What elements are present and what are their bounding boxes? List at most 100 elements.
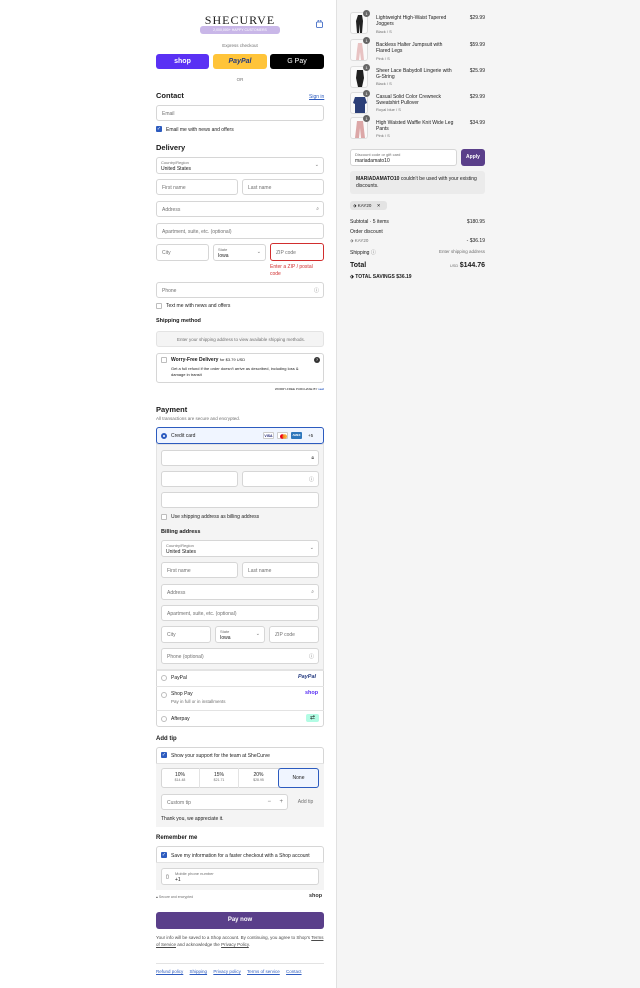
billing-first-name-field[interactable]: First name bbox=[161, 562, 238, 578]
worry-free-price: for $3.79 USD bbox=[219, 357, 246, 362]
shipping-link[interactable]: Shipping bbox=[190, 969, 208, 974]
payment-subtitle: All transactions are secure and encrypte… bbox=[156, 416, 241, 421]
close-icon[interactable]: ✕ bbox=[377, 203, 381, 208]
card-name-field[interactable] bbox=[161, 492, 319, 508]
product-name: Casual Solid Color Crewneck Sweatshirt P… bbox=[376, 94, 442, 106]
billing-apartment-field[interactable]: Apartment, suite, etc. (optional) bbox=[161, 605, 319, 621]
add-tip-button[interactable]: Add tip bbox=[292, 794, 319, 810]
billing-city-placeholder: City bbox=[167, 632, 176, 638]
mastercard-icon bbox=[277, 432, 288, 439]
shop-logo: shop bbox=[309, 893, 323, 899]
phone-field[interactable]: Phone ⓘ bbox=[156, 282, 324, 298]
secure-label: 🔒︎ Secure and encrypted bbox=[156, 895, 193, 899]
contact-link[interactable]: Contact bbox=[286, 969, 302, 974]
paypal-text: PayPal bbox=[228, 58, 252, 65]
email-field[interactable]: Email bbox=[156, 105, 324, 121]
help-icon[interactable]: ⓘ bbox=[309, 476, 314, 483]
tip-option-15[interactable]: 15% $21.71 bbox=[200, 768, 239, 788]
newsletter-checkbox[interactable]: ✓ bbox=[156, 126, 162, 132]
zip-field[interactable]: ZIP code bbox=[270, 243, 324, 261]
help-icon[interactable]: ? bbox=[314, 357, 320, 363]
state-select[interactable]: State Iowa ⌄ bbox=[213, 244, 266, 261]
help-icon[interactable]: ⓘ bbox=[314, 287, 319, 294]
tip-support-checkbox[interactable]: ✓ bbox=[161, 752, 167, 758]
card-expiry-field[interactable] bbox=[161, 471, 238, 487]
qty-badge: 1 bbox=[363, 37, 370, 44]
add-tip-text: Add tip bbox=[297, 799, 314, 805]
checkout-main: SHECURVE 2,000,000+ HAPPY CUSTOMERS Expr… bbox=[0, 0, 336, 988]
tip-amt: $14.48 bbox=[174, 778, 186, 782]
shoppay-option[interactable] bbox=[156, 686, 324, 710]
help-icon[interactable]: ⓘ bbox=[309, 653, 314, 660]
remember-checkbox[interactable]: ✓ bbox=[161, 852, 167, 858]
paypal-radio[interactable] bbox=[161, 675, 167, 681]
plus-icon[interactable]: + bbox=[279, 799, 283, 805]
product-variant: Black / S bbox=[376, 29, 392, 34]
last-name-field[interactable]: Last name bbox=[242, 179, 324, 195]
sign-in-link[interactable]: Sign in bbox=[309, 94, 324, 100]
bag-icon[interactable] bbox=[316, 19, 323, 28]
first-name-placeholder: First name bbox=[162, 185, 186, 191]
card-cvv-field[interactable]: ⓘ bbox=[242, 471, 319, 487]
use-shipping-checkbox[interactable] bbox=[161, 514, 167, 520]
text-me-checkbox[interactable] bbox=[156, 303, 162, 309]
billing-zip-field[interactable]: ZIP code bbox=[269, 626, 319, 643]
worry-free-title-text: Worry-Free Delivery bbox=[171, 357, 219, 363]
privacy-policy-link[interactable]: Privacy policy bbox=[213, 969, 241, 974]
address-field[interactable]: Address ⌕ bbox=[156, 201, 324, 217]
info-icon[interactable]: ⓘ bbox=[371, 250, 376, 256]
privacy-link[interactable]: Privacy Policy bbox=[221, 942, 249, 947]
tag-icon: ⬗ bbox=[350, 238, 354, 243]
tip-option-none[interactable]: None bbox=[278, 768, 319, 788]
tip-option-20[interactable]: 20% $28.95 bbox=[239, 768, 278, 788]
legal-pre: Your info will be saved to a Shop accoun… bbox=[156, 935, 311, 940]
order-summary: 1 Lightweight High-Waist Tapered Joggers… bbox=[336, 0, 640, 988]
credit-card-radio[interactable] bbox=[161, 433, 167, 439]
mobile-phone-label: Mobile phone number bbox=[175, 871, 214, 876]
worry-free-checkbox[interactable] bbox=[161, 357, 167, 363]
paypal-button[interactable]: PayPal bbox=[213, 54, 267, 69]
state-label: State bbox=[218, 247, 228, 252]
billing-zip-placeholder: ZIP code bbox=[275, 632, 295, 638]
country-select[interactable]: Country/Region United States ⌄ bbox=[156, 157, 324, 174]
billing-address-field[interactable]: Address ⌕ bbox=[161, 584, 319, 600]
card-number-field[interactable]: 🔒︎ bbox=[161, 450, 319, 466]
discount-input[interactable]: Discount code or gift card mariadamato10 bbox=[350, 149, 457, 166]
billing-phone-field[interactable]: Phone (optional) ⓘ bbox=[161, 648, 319, 664]
afterpay-option-label: Afterpay bbox=[171, 716, 190, 722]
shoppay-radio[interactable] bbox=[161, 692, 167, 698]
shop-pay-button[interactable]: shop bbox=[156, 54, 209, 69]
afterpay-radio[interactable] bbox=[161, 716, 167, 722]
terms-of-service-link[interactable]: Terms of service bbox=[247, 969, 280, 974]
custom-tip-field[interactable]: Custom tip − + bbox=[161, 794, 288, 810]
product-image: 1 bbox=[350, 115, 370, 139]
chevron-down-icon: ⌄ bbox=[314, 162, 319, 168]
error-code: MARIADAMATO10 bbox=[356, 176, 400, 182]
tip-option-10[interactable]: 10% $14.48 bbox=[161, 768, 200, 788]
minus-icon[interactable]: − bbox=[267, 799, 271, 805]
tag-icon: ⬗ bbox=[353, 203, 357, 208]
mobile-phone-field[interactable]: ▯ Mobile phone number +1 bbox=[161, 868, 319, 885]
tip-title: Add tip bbox=[156, 736, 177, 742]
city-field[interactable]: City bbox=[156, 244, 209, 261]
pay-now-text: Pay now bbox=[227, 917, 253, 923]
discount-label: Discount code or gift card bbox=[355, 152, 401, 157]
mobile-phone-value: +1 bbox=[175, 877, 181, 883]
billing-state-select[interactable]: State Iowa ⌄ bbox=[215, 626, 265, 643]
billing-country-select[interactable]: Country/Region United States ⌄ bbox=[161, 540, 319, 557]
apartment-field[interactable]: Apartment, suite, etc. (optional) bbox=[156, 223, 324, 239]
phone-icon: ▯ bbox=[166, 874, 169, 880]
billing-apartment-placeholder: Apartment, suite, etc. (optional) bbox=[167, 611, 237, 617]
discount-code-row: ⬗ KAY20 bbox=[350, 238, 368, 244]
apply-button[interactable]: Apply bbox=[461, 149, 485, 166]
pay-now-button[interactable]: Pay now bbox=[156, 912, 324, 929]
product-name: Sheer Lace Babydoll Lingerie with G-Stri… bbox=[376, 68, 452, 80]
discount-code-text: KAY20 bbox=[354, 238, 369, 243]
billing-city-field[interactable]: City bbox=[161, 626, 211, 643]
refund-policy-link[interactable]: Refund policy bbox=[156, 969, 183, 974]
gpay-button[interactable]: G Pay bbox=[270, 54, 324, 69]
product-image: 1 bbox=[350, 37, 370, 61]
first-name-field[interactable]: First name bbox=[156, 179, 238, 195]
billing-address-placeholder: Address bbox=[167, 590, 186, 596]
billing-last-name-field[interactable]: Last name bbox=[242, 562, 319, 578]
